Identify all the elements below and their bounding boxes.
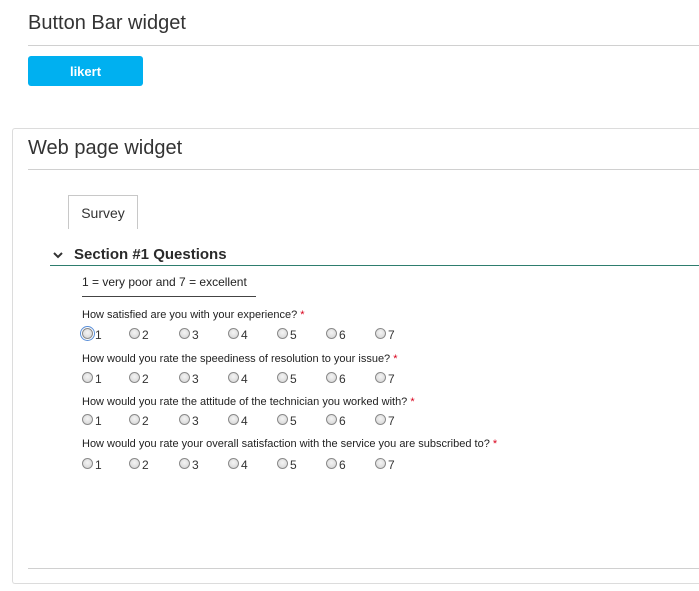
radio-button[interactable] — [80, 325, 95, 341]
button-bar-divider — [28, 45, 699, 46]
q2-option-2[interactable]: 2 — [129, 369, 149, 386]
q1-option-3[interactable]: 3 — [179, 325, 199, 342]
q4-option-7[interactable]: 7 — [375, 455, 395, 472]
scale-underline — [82, 296, 256, 297]
radio-button[interactable] — [375, 371, 386, 383]
radio-button[interactable] — [277, 457, 288, 469]
section-header[interactable]: Section #1 Questions — [50, 246, 699, 266]
radio-button[interactable] — [179, 327, 190, 339]
tab-survey-label: Survey — [81, 204, 125, 221]
q3-option-2[interactable]: 2 — [129, 411, 149, 428]
radio-button[interactable] — [228, 327, 239, 339]
q4-option-5[interactable]: 5 — [277, 455, 297, 472]
radio-button[interactable] — [82, 371, 93, 383]
radio-button[interactable] — [179, 413, 190, 425]
web-page-widget-divider — [28, 169, 699, 170]
radio-button[interactable] — [375, 327, 386, 339]
radio-button[interactable] — [277, 413, 288, 425]
q1-option-4[interactable]: 4 — [228, 325, 248, 342]
web-page-widget-title: Web page widget — [28, 137, 183, 159]
section-divider — [50, 265, 699, 266]
radio-button[interactable] — [326, 457, 337, 469]
question-1: How satisfied are you with your experien… — [82, 309, 305, 321]
radio-button[interactable] — [326, 413, 337, 425]
q4-option-4[interactable]: 4 — [228, 455, 248, 472]
q3-option-6[interactable]: 6 — [326, 411, 346, 428]
bottom-divider — [28, 568, 699, 569]
required-marker: * — [300, 309, 305, 321]
q2-option-3[interactable]: 3 — [179, 369, 199, 386]
q4-option-2[interactable]: 2 — [129, 455, 149, 472]
q3-option-1[interactable]: 1 — [82, 411, 102, 428]
q2-option-1[interactable]: 1 — [82, 369, 102, 386]
q2-option-4[interactable]: 4 — [228, 369, 248, 386]
q3-option-4[interactable]: 4 — [228, 411, 248, 428]
q2-option-5[interactable]: 5 — [277, 369, 297, 386]
button-bar-title: Button Bar widget — [28, 12, 186, 34]
required-marker: * — [492, 438, 498, 450]
question-1-text: How satisfied are you with your experien… — [82, 309, 298, 321]
radio-button[interactable] — [375, 413, 386, 425]
radio-button[interactable] — [277, 371, 288, 383]
q4-option-1[interactable]: 1 — [82, 455, 102, 472]
radio-button[interactable] — [228, 413, 239, 425]
q4-option-6[interactable]: 6 — [326, 455, 346, 472]
radio-button[interactable] — [375, 457, 386, 469]
question-2-options: 1 2 3 4 5 6 7 — [82, 369, 422, 386]
radio-button[interactable] — [82, 457, 93, 469]
q2-option-6[interactable]: 6 — [326, 369, 346, 386]
q3-option-3[interactable]: 3 — [179, 411, 199, 428]
question-2: How would you rate the speediness of res… — [82, 353, 397, 365]
chevron-down-icon — [53, 252, 63, 259]
q3-option-7[interactable]: 7 — [375, 411, 395, 428]
q4-option-3[interactable]: 3 — [179, 455, 199, 472]
required-marker: * — [410, 396, 415, 408]
q1-option-6[interactable]: 6 — [326, 325, 346, 342]
q1-option-7[interactable]: 7 — [375, 325, 395, 342]
question-4-options: 1 2 3 4 5 6 7 — [82, 455, 422, 472]
radio-button[interactable] — [228, 457, 239, 469]
question-4: How would you rate your overall satisfac… — [82, 438, 497, 450]
section-title: Section #1 Questions — [74, 246, 227, 263]
radio-button[interactable] — [326, 327, 337, 339]
radio-button[interactable] — [129, 457, 140, 469]
question-3: How would you rate the attitude of the t… — [82, 396, 415, 408]
radio-button[interactable] — [129, 413, 140, 425]
likert-button[interactable]: likert — [28, 56, 143, 86]
q1-option-2[interactable]: 2 — [129, 325, 149, 342]
radio-button[interactable] — [129, 327, 140, 339]
q1-option-1[interactable]: 1 — [80, 325, 102, 342]
radio-button[interactable] — [228, 371, 239, 383]
radio-button[interactable] — [179, 371, 190, 383]
question-2-text: How would you rate the speediness of res… — [82, 353, 391, 365]
q2-option-7[interactable]: 7 — [375, 369, 395, 386]
radio-button[interactable] — [129, 371, 140, 383]
radio-button[interactable] — [277, 327, 288, 339]
radio-button[interactable] — [82, 413, 93, 425]
scale-description: 1 = very poor and 7 = excellent — [82, 275, 247, 289]
question-3-options: 1 2 3 4 5 6 7 — [82, 411, 422, 428]
question-4-text: How would you rate your overall satisfac… — [82, 438, 490, 450]
radio-button[interactable] — [179, 457, 190, 469]
q1-option-5[interactable]: 5 — [277, 325, 297, 342]
required-marker: * — [393, 353, 398, 365]
question-3-text: How would you rate the attitude of the t… — [82, 396, 408, 408]
question-1-options: 1 2 3 4 5 6 7 — [80, 325, 422, 342]
q3-option-5[interactable]: 5 — [277, 411, 297, 428]
tab-survey[interactable]: Survey — [68, 195, 138, 229]
radio-button[interactable] — [326, 371, 337, 383]
